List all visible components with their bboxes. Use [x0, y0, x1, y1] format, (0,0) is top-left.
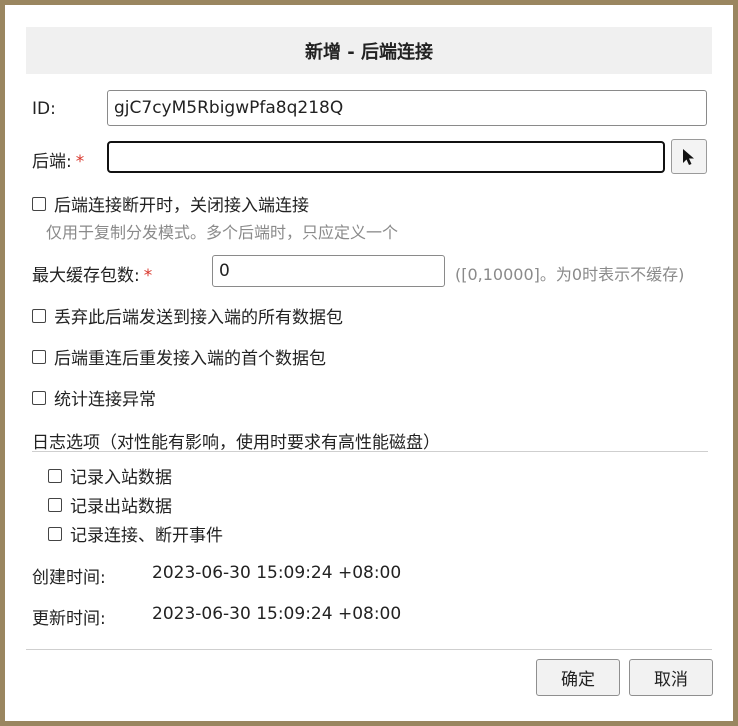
cancel-button[interactable]: 取消 — [629, 659, 713, 696]
checkbox-box[interactable] — [32, 196, 46, 211]
close-on-disconnect-hint: 仅用于复制分发模式。多个后端时，只应定义一个 — [46, 223, 399, 242]
backend-picker-button[interactable] — [671, 139, 707, 174]
checkbox-box[interactable] — [48, 526, 62, 541]
stat-exceptions-checkbox[interactable]: 统计连接异常 — [32, 385, 156, 410]
backend-field[interactable] — [107, 141, 665, 173]
log-inbound-checkbox[interactable]: 记录入站数据 — [48, 463, 172, 488]
checkbox-box[interactable] — [48, 468, 62, 483]
cursor-arrow-icon — [683, 148, 694, 165]
checkbox-box[interactable] — [48, 497, 62, 512]
max-cache-field[interactable] — [212, 255, 445, 287]
max-cache-label: 最大缓存包数: * — [32, 266, 153, 286]
backend-connection-dialog: 新增 - 后端连接 ID: 后端:* 后端连接断开时，关闭接入端连接 仅用于复制… — [5, 5, 733, 721]
dialog-title: 新增 - 后端连接 — [26, 27, 712, 74]
footer-divider — [26, 649, 712, 650]
close-on-backend-disconnect-checkbox[interactable]: 后端连接断开时，关闭接入端连接 — [32, 191, 309, 216]
checkbox-box[interactable] — [32, 308, 46, 323]
id-label: ID: — [32, 99, 56, 119]
created-time-value: 2023-06-30 15:09:24 +08:00 — [152, 563, 402, 583]
max-cache-hint: ([0,10000]。为0时表示不缓存) — [455, 265, 685, 284]
resend-first-packet-checkbox[interactable]: 后端重连后重发接入端的首个数据包 — [32, 344, 326, 369]
checkbox-box[interactable] — [32, 349, 46, 364]
log-section-title: 日志选项（对性能有影响，使用时要求有高性能磁盘） — [32, 433, 440, 453]
log-events-checkbox[interactable]: 记录连接、断开事件 — [48, 521, 223, 546]
updated-time-label: 更新时间: — [32, 609, 106, 629]
ok-button[interactable]: 确定 — [536, 659, 620, 696]
created-time-label: 创建时间: — [32, 568, 106, 588]
dialog-title-text: 新增 - 后端连接 — [304, 41, 433, 63]
log-outbound-checkbox[interactable]: 记录出站数据 — [48, 492, 172, 517]
backend-label: 后端: * — [32, 152, 85, 172]
id-field[interactable] — [107, 90, 707, 126]
backend-required-mark: * — [75, 152, 85, 172]
drop-backend-packets-checkbox[interactable]: 丢弃此后端发送到接入端的所有数据包 — [32, 303, 343, 328]
checkbox-box[interactable] — [32, 390, 46, 405]
max-cache-required-mark: * — [143, 266, 153, 286]
updated-time-value: 2023-06-30 15:09:24 +08:00 — [152, 604, 402, 624]
log-section-divider — [32, 451, 708, 452]
